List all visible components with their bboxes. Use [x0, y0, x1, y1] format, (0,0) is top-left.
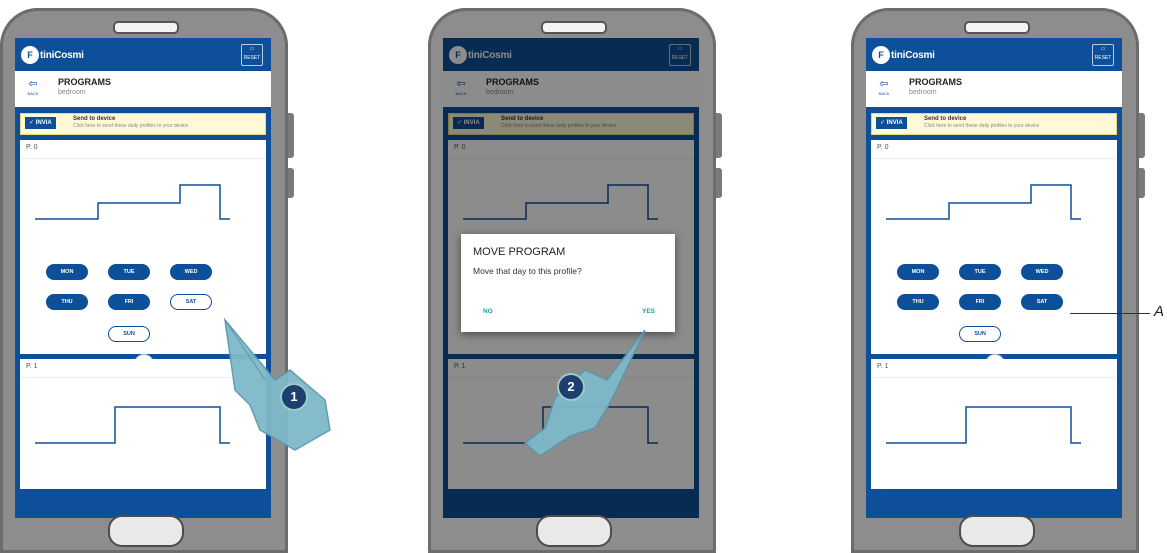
- profile-name: P. 1: [871, 359, 1117, 378]
- app-topbar: FtiniCosmi ▭ RESET: [866, 38, 1122, 71]
- day-fri-button[interactable]: FRI: [108, 294, 150, 310]
- callout-label: A: [1154, 303, 1165, 320]
- dialog-message: Move that day to this profile?: [473, 266, 582, 276]
- phone-speaker: [113, 21, 179, 34]
- day-sat-button[interactable]: SAT: [1021, 294, 1063, 310]
- profile-card-p1: P. 1: [871, 359, 1117, 489]
- profile-chart: [20, 159, 266, 234]
- step-1-badge: 1: [280, 383, 308, 411]
- phone-speaker: [541, 21, 607, 34]
- dialog-title: MOVE PROGRAM: [473, 246, 566, 258]
- back-button[interactable]: ⇦ BACK: [25, 77, 41, 96]
- day-wed-button[interactable]: WED: [170, 264, 212, 280]
- phone-speaker: [964, 21, 1030, 34]
- day-sun-button[interactable]: SUN: [959, 326, 1001, 342]
- invia-button[interactable]: ✓ INVIA: [876, 117, 907, 129]
- day-tue-button[interactable]: TUE: [959, 264, 1001, 280]
- profile-name: P. 0: [20, 140, 266, 159]
- pointing-hand-icon: [523, 329, 646, 457]
- page-subtitle: bedroom: [909, 89, 937, 96]
- brand-logo: FtiniCosmi: [872, 46, 935, 64]
- page-header: ⇦ BACK PROGRAMS bedroom: [15, 71, 271, 107]
- phone-step-2: FtiniCosmi ▭ RESET ⇦ BACK PROGRAMS bedroom…: [428, 8, 722, 553]
- app-topbar: FtiniCosmi ▭ RESET: [15, 38, 271, 71]
- day-thu-button[interactable]: THU: [46, 294, 88, 310]
- day-sun-button[interactable]: SUN: [108, 326, 150, 342]
- day-tue-button[interactable]: TUE: [108, 264, 150, 280]
- dialog-no-button[interactable]: NO: [483, 308, 493, 315]
- day-mon-button[interactable]: MON: [46, 264, 88, 280]
- app-screen: FtiniCosmi ▭ RESET ⇦ BACK PROGRAMS bedroom…: [866, 38, 1122, 518]
- profile-card-p0: P. 0 MON TUE WED THU FRI SAT SUN ❐: [871, 140, 1117, 374]
- home-button[interactable]: [536, 515, 612, 547]
- day-fri-button[interactable]: FRI: [959, 294, 1001, 310]
- send-banner[interactable]: ✓ INVIA Send to device Click here to send…: [20, 113, 266, 135]
- dialog-yes-button[interactable]: YES: [642, 308, 655, 315]
- phone-result: FtiniCosmi ▭ RESET ⇦ BACK PROGRAMS bedroom…: [851, 8, 1145, 553]
- brand-logo: FtiniCosmi: [21, 46, 84, 64]
- send-banner[interactable]: ✓ INVIA Send to device Click here to send…: [871, 113, 1117, 135]
- page-title: PROGRAMS: [58, 77, 112, 87]
- phone-step-1: FtiniCosmi ▭ RESET ⇦ BACK PROGRAMS bedroom…: [0, 8, 294, 553]
- step-2-badge: 2: [557, 373, 585, 401]
- day-sat-button[interactable]: SAT: [170, 294, 212, 310]
- profile-chart: [871, 159, 1117, 234]
- day-mon-button[interactable]: MON: [897, 264, 939, 280]
- page-title: PROGRAMS: [909, 77, 963, 87]
- pointing-hand-icon: [223, 317, 331, 451]
- home-button[interactable]: [108, 515, 184, 547]
- page-header: ⇦ BACK PROGRAMS bedroom: [866, 71, 1122, 107]
- day-wed-button[interactable]: WED: [1021, 264, 1063, 280]
- day-selector: MON TUE WED THU FRI SAT SUN ❐: [871, 244, 1117, 374]
- callout-line: [1070, 313, 1150, 314]
- reset-button[interactable]: ▭ RESET: [1092, 44, 1114, 66]
- profile-name: P. 0: [871, 140, 1117, 159]
- back-button[interactable]: ⇦ BACK: [876, 77, 892, 96]
- day-thu-button[interactable]: THU: [897, 294, 939, 310]
- invia-button[interactable]: ✓ INVIA: [25, 117, 56, 129]
- page-subtitle: bedroom: [58, 89, 86, 96]
- reset-button[interactable]: ▭ RESET: [241, 44, 263, 66]
- home-button[interactable]: [959, 515, 1035, 547]
